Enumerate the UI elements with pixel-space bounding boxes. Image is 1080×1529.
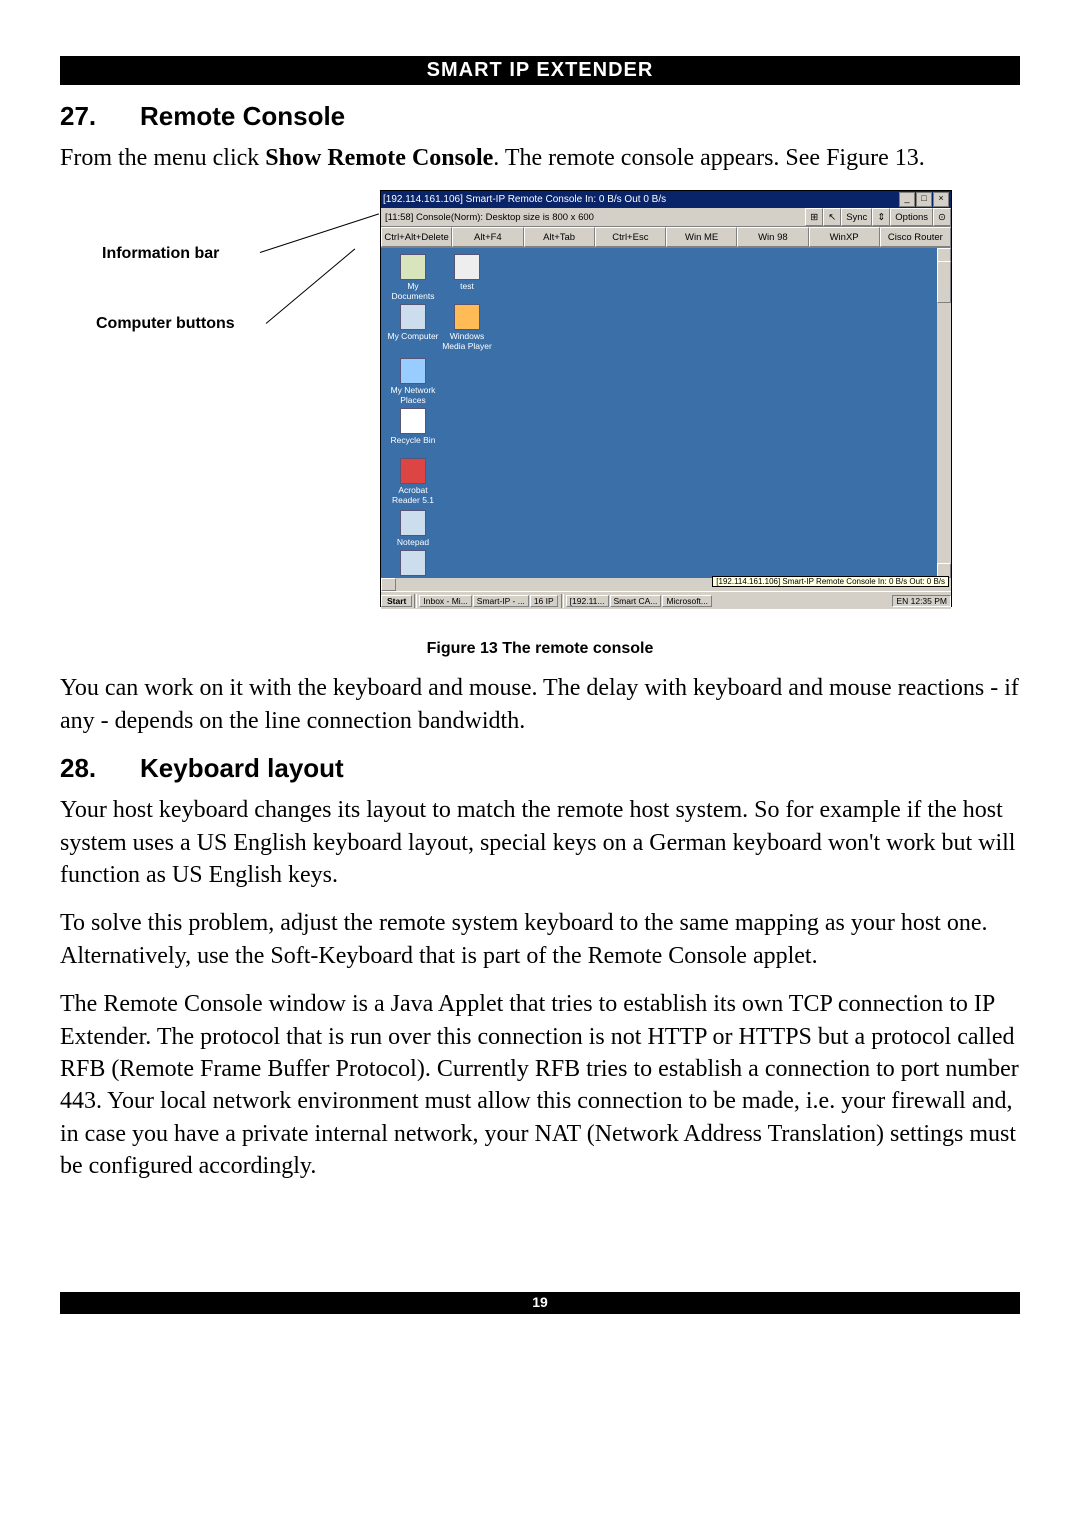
section-28-p2: To solve this problem, adjust the remote… [60, 907, 1020, 972]
header-title: SMART IP EXTENDER [427, 59, 654, 81]
para1-post: . The remote console appears. See Figure… [493, 145, 924, 171]
tab-altf4[interactable]: Alt+F4 [452, 227, 523, 247]
taskbar-sep [561, 594, 564, 608]
desktop-icon-acrobat[interactable]: Acrobat Reader 5.1 [387, 458, 439, 505]
para1-bold: Show Remote Console [265, 145, 493, 171]
para-after-figure: You can work on it with the keyboard and… [60, 672, 1020, 737]
tray-lang: EN [896, 596, 908, 606]
desktop-icon-mycomputer[interactable]: My Computer [387, 304, 439, 341]
tab-ctrlesc[interactable]: Ctrl+Esc [595, 227, 666, 247]
section-27-title: Remote Console [140, 101, 345, 132]
icon-label: Acrobat Reader 5.1 [392, 485, 434, 504]
ctl-help-icon[interactable]: ⊙ [933, 208, 951, 226]
tab-alttab[interactable]: Alt+Tab [524, 227, 595, 247]
taskbar-btn[interactable]: Smart-IP - ... [473, 595, 529, 607]
ctl-cursor-icon[interactable]: ↖ [823, 208, 841, 226]
icon-label: My Network Places [391, 385, 436, 404]
section-28-number: 28. [60, 753, 140, 784]
tab-ctrlaltdel[interactable]: Ctrl+Alt+Delete [381, 227, 452, 247]
icon-label: My Documents [392, 281, 435, 300]
para1-pre: From the menu click [60, 145, 265, 171]
taskbar-btn[interactable]: Microsoft... [662, 595, 712, 607]
horizontal-scrollbar[interactable]: [192.114.161.106] Smart-IP Remote Consol… [381, 578, 951, 591]
section-27-para-1: From the menu click Show Remote Console.… [60, 142, 1020, 174]
ctl-sync-button[interactable]: Sync [841, 208, 872, 226]
taskbar-btn[interactable]: 16 IP [530, 595, 558, 607]
callout-information-bar: Information bar [102, 245, 219, 263]
minimize-button[interactable]: _ [899, 192, 915, 207]
close-button[interactable]: × [933, 192, 949, 207]
rc-computer-tabs: Ctrl+Alt+Delete Alt+F4 Alt+Tab Ctrl+Esc … [381, 227, 951, 248]
icon-label: Windows Media Player [442, 331, 492, 350]
rc-titlebar[interactable]: [192.114.161.106] Smart-IP Remote Consol… [381, 191, 951, 208]
icon-label: Notepad [397, 537, 429, 547]
desktop-icon-recycle[interactable]: Recycle Bin [387, 408, 439, 445]
taskbar-btn[interactable]: [192.11... [566, 595, 609, 607]
desktop-icon-wmp[interactable]: Windows Media Player [441, 304, 493, 351]
rc-info-text: [11:58] Console(Norm): Desktop size is 8… [381, 212, 805, 223]
icon-label: Recycle Bin [391, 435, 436, 445]
taskbar-sep [414, 594, 417, 608]
remote-console-window: [192.114.161.106] Smart-IP Remote Consol… [380, 190, 952, 607]
section-28-title: Keyboard layout [140, 753, 344, 784]
scroll-left-icon[interactable] [381, 578, 396, 591]
section-28-p3: The Remote Console window is a Java Appl… [60, 988, 1020, 1182]
figure-13: Information bar Computer buttons Control… [60, 190, 1020, 630]
maximize-button[interactable]: □ [916, 192, 932, 207]
scroll-thumb[interactable] [937, 261, 951, 303]
tab-winxp[interactable]: WinXP [809, 227, 880, 247]
rc-info-bar: [11:58] Console(Norm): Desktop size is 8… [381, 208, 951, 227]
page-number: 19 [532, 1294, 548, 1310]
tab-winme[interactable]: Win ME [666, 227, 737, 247]
taskbar-btn[interactable]: Inbox - Mi... [419, 595, 471, 607]
desktop-icon-test[interactable]: test [441, 254, 493, 291]
ctl-options-button[interactable]: Options [890, 208, 933, 226]
callout-line [260, 214, 379, 254]
start-button[interactable]: Start [381, 595, 412, 607]
tooltip: [192.114.161.106] Smart-IP Remote Consol… [712, 576, 949, 587]
vertical-scrollbar[interactable] [937, 248, 951, 578]
rc-title-text: [192.114.161.106] Smart-IP Remote Consol… [383, 194, 899, 205]
taskbar-btn[interactable]: Smart CA... [610, 595, 662, 607]
rc-control-buttons: ⊞ ↖ Sync ⇕ Options ⊙ [805, 208, 951, 226]
system-tray[interactable]: EN 12:35 PM [892, 595, 951, 607]
section-27-heading: 27. Remote Console [60, 101, 1020, 132]
callout-line [266, 249, 356, 324]
ctl-cursor2-icon[interactable]: ⇕ [872, 208, 890, 226]
icon-label: My Computer [387, 331, 438, 341]
callout-computer-buttons: Computer buttons [96, 315, 235, 333]
tab-cisco[interactable]: Cisco Router [880, 227, 951, 247]
rc-taskbar: Start Inbox - Mi... Smart-IP - ... 16 IP… [381, 591, 951, 609]
desktop-icon-mydocs[interactable]: My Documents [387, 254, 439, 301]
rc-desktop[interactable]: My Documents test My Computer Windows Me… [381, 248, 951, 578]
icon-label: test [460, 281, 474, 291]
ctl-windows-icon[interactable]: ⊞ [805, 208, 823, 226]
header-band: SMART IP EXTENDER [60, 56, 1020, 85]
tray-time: 12:35 PM [911, 596, 947, 606]
section-28-p1: Your host keyboard changes its layout to… [60, 794, 1020, 891]
section-28-heading: 28. Keyboard layout [60, 753, 1020, 784]
figure-13-caption: Figure 13 The remote console [60, 640, 1020, 658]
desktop-icon-untitled[interactable] [387, 550, 439, 578]
desktop-icon-notepad[interactable]: Notepad [387, 510, 439, 547]
desktop-icon-network[interactable]: My Network Places [387, 358, 439, 405]
section-27-number: 27. [60, 101, 140, 132]
tab-win98[interactable]: Win 98 [737, 227, 808, 247]
footer-band: 19 [60, 1292, 1020, 1314]
